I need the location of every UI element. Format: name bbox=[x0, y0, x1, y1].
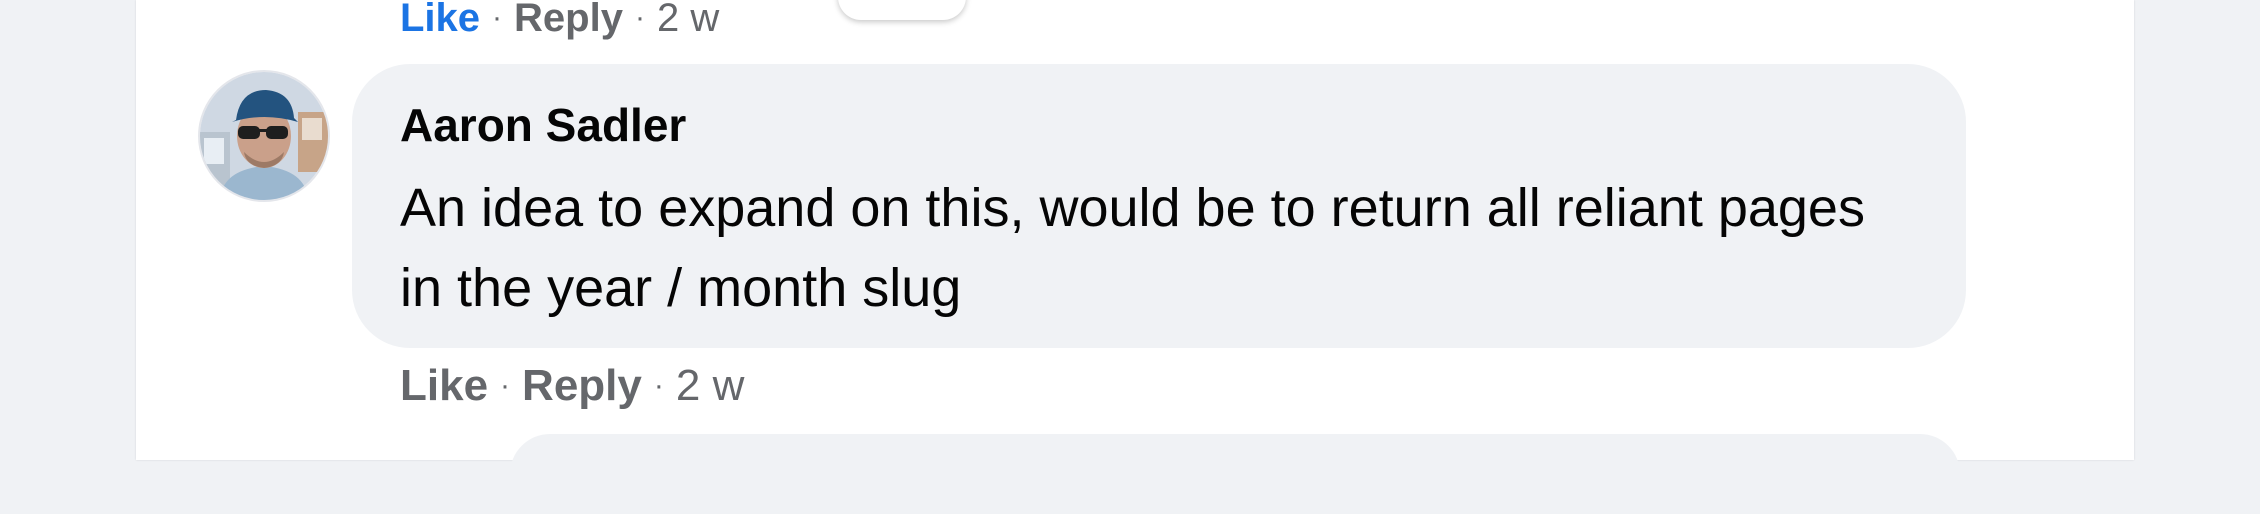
separator: · bbox=[500, 369, 511, 402]
previous-reply-button[interactable]: Reply bbox=[514, 0, 623, 41]
separator: · bbox=[653, 369, 664, 402]
like-button[interactable]: Like bbox=[400, 361, 488, 411]
previous-comment-actions: Like · Reply · 2 w bbox=[400, 0, 719, 44]
reply-button[interactable]: Reply bbox=[522, 361, 642, 411]
separator: · bbox=[634, 1, 645, 34]
next-reply-bubble bbox=[510, 434, 1960, 514]
avatar-photo-icon bbox=[200, 72, 328, 200]
previous-like-button[interactable]: Like bbox=[400, 0, 480, 41]
comment-actions: Like · Reply · 2 w bbox=[400, 356, 744, 416]
previous-comment-timestamp[interactable]: 2 w bbox=[657, 0, 719, 41]
avatar[interactable] bbox=[200, 72, 328, 200]
comment-timestamp[interactable]: 2 w bbox=[676, 361, 744, 411]
separator: · bbox=[492, 1, 503, 34]
reaction-count-pill[interactable] bbox=[838, 0, 966, 20]
comment-text: An idea to expand on this, would be to r… bbox=[400, 178, 1865, 318]
comment-author-name[interactable]: Aaron Sadler bbox=[400, 98, 686, 152]
